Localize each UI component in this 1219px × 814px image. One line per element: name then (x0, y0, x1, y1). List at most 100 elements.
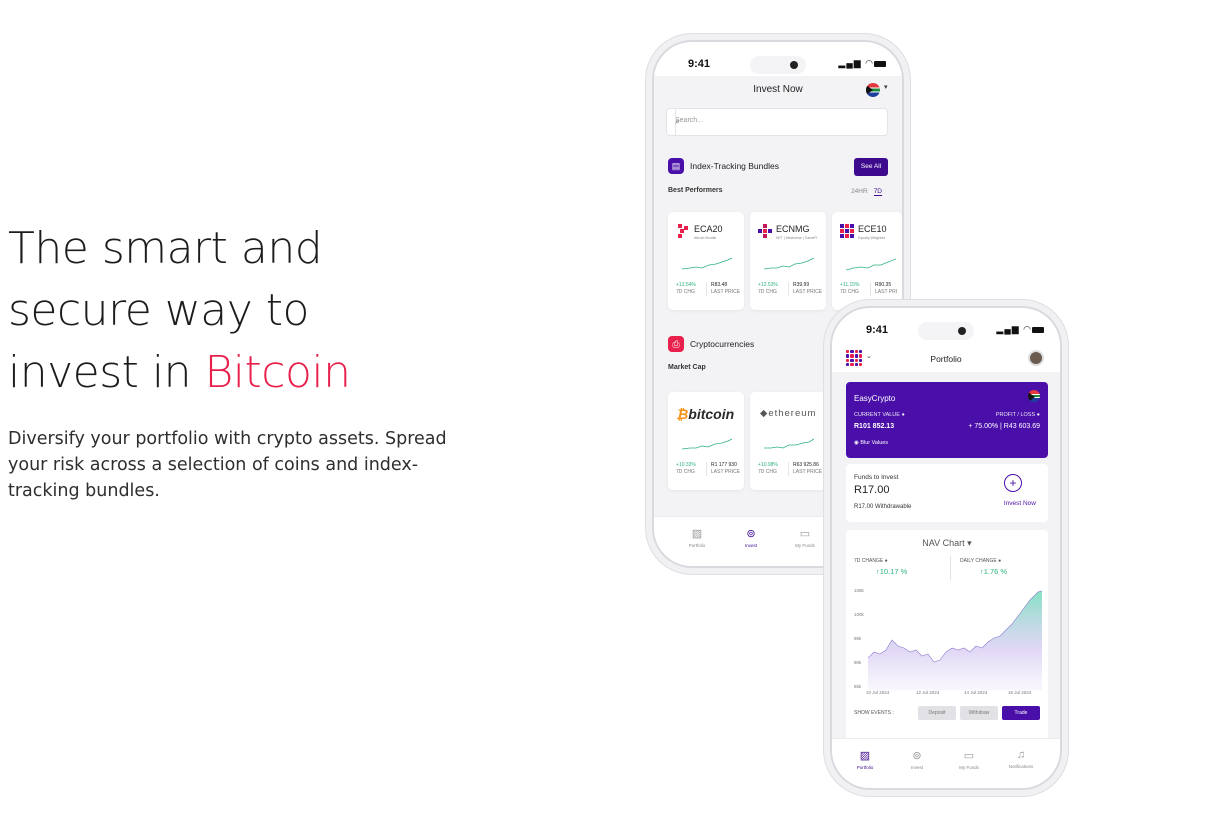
portfolio-icon: ▨ (859, 750, 871, 762)
funds-card: Funds to Invest R17.00 R17.00 Withdrawab… (846, 464, 1048, 522)
price-label: LAST PRICE (711, 289, 741, 295)
blur-values-toggle[interactable]: ◉ Blur Values (854, 440, 888, 446)
crypto-icon: ⎙ (668, 336, 684, 352)
deposit-filter-button[interactable]: Deposit (918, 706, 956, 720)
battery-icon (874, 61, 886, 67)
tab-label: Invest (744, 543, 757, 548)
ethereum-wordmark: ethereum (768, 408, 817, 419)
screen-title: Portfolio (930, 354, 962, 364)
status-time: 9:41 (866, 324, 889, 336)
change-7d-value: ↑10.17 % (876, 567, 908, 576)
tab-label: Notifications (1008, 764, 1034, 769)
tab-my-funds[interactable]: ▭ My Funds (780, 527, 830, 548)
status-bar: 9:41 ▂▄▆ ◠ (832, 320, 1060, 342)
bottom-tab-bar: ▨ Portfolio ⊚ Invest ▭ My Funds ♫ Notificati… (832, 738, 1060, 788)
headline-accent-word: Bitcoin (204, 347, 351, 398)
nav-chart-card: NAV Chart ▾ 7D CHANGE ● ↑10.17 % DAILY C… (846, 530, 1048, 740)
bundle-icon: ▤ (668, 158, 684, 174)
card-price: R90.35 LAST PRI (870, 282, 897, 296)
label-text: CURRENT VALUE (854, 412, 900, 418)
nav-title: NAV Chart (922, 538, 965, 548)
y-tick: 90k (854, 660, 862, 665)
withdraw-filter-button[interactable]: Withdraw (960, 706, 998, 720)
sparkline (682, 257, 732, 270)
search-input[interactable]: Search... ⌕ (666, 108, 888, 136)
info-icon[interactable]: ● (901, 412, 904, 418)
show-events-label: SHOW EVENTS : (854, 710, 894, 716)
bundle-card-eca20[interactable]: ECA20 Altcoin Bundle +12.54% 7D CHG R83.4… (668, 212, 744, 310)
crypto-card-bitcoin[interactable]: ₿bitcoin +10.33% 7D CHG R1 177 930 LAST PR… (668, 392, 744, 490)
avatar[interactable] (1028, 350, 1044, 366)
card-subtitle: Altcoin Bundle (694, 236, 717, 240)
label-text: PROFIT / LOSS (995, 412, 1036, 418)
bundles-title: Index-Tracking Bundles (690, 161, 779, 171)
profit-loss-label: PROFIT / LOSS ● (996, 412, 1040, 418)
chevron-down-icon[interactable]: ▾ (884, 83, 888, 91)
signal-wifi-icon: ▂▄▆ ◠ (996, 324, 1032, 334)
portfolio-header: ⌄ Portfolio (832, 342, 1060, 372)
price-label: LAST PRICE (711, 469, 741, 475)
sparkline (764, 257, 814, 270)
trade-filter-button[interactable]: Trade (1002, 706, 1040, 720)
signal-wifi-icon: ▂▄▆ ◠ (838, 58, 874, 68)
y-tick: 85k (854, 684, 862, 689)
label-text: 7D CHANGE (854, 558, 884, 564)
funds-label: Funds to Invest (854, 474, 899, 481)
info-icon[interactable]: ● (998, 558, 1001, 564)
camera-dot (958, 327, 966, 335)
headline-line-1: The smart and (8, 223, 323, 274)
headline-line-3-prefix: invest in (8, 347, 205, 398)
status-bar: 9:41 ▂▄▆ ◠ (654, 54, 902, 76)
account-name: EasyCrypto (854, 394, 896, 403)
bitcoin-logo-icon: ₿bitcoin (676, 406, 735, 422)
invest-now-button[interactable]: Invest Now (1004, 500, 1036, 507)
card-change: +10.98% 7D CHG (758, 462, 778, 476)
funds-icon: ▭ (963, 750, 975, 762)
card-subtitle: NFT | Metaverse | GameFi (776, 236, 818, 240)
portfolio-screen: ⌄ Portfolio EasyCrypto CURRENT VALUE ● R… (832, 342, 1060, 788)
daily-change-value: ↑1.76 % (980, 567, 1008, 576)
nav-chart-dropdown[interactable]: NAV Chart ▾ (846, 538, 1048, 549)
timeframe-toggle[interactable]: 24HR 7D (851, 188, 882, 196)
tab-label: Invest (910, 765, 923, 770)
see-all-button[interactable]: See All (854, 158, 888, 176)
tf-7d[interactable]: 7D (873, 188, 882, 196)
y-tick: 95k (854, 636, 862, 641)
label-text: DAILY CHANGE (960, 558, 997, 564)
tab-invest[interactable]: ⊚ Invest (726, 527, 776, 548)
crypto-card-ethereum[interactable]: ◆ethereum +10.98% 7D CHG R63 925.86 LAST P… (750, 392, 826, 490)
tab-label: My Funds (795, 543, 815, 548)
bundle-card-ecnmg[interactable]: ECNMG NFT | Metaverse | GameFi +12.53% 7D… (750, 212, 826, 310)
search-icon[interactable]: ⌕ (675, 116, 878, 127)
info-icon[interactable]: ● (1037, 412, 1040, 418)
funds-value: R17.00 (854, 484, 890, 496)
bell-icon: ♫ (1016, 749, 1026, 761)
x-tick: 12 Jul 2024 (916, 690, 940, 695)
daily-change-label: DAILY CHANGE ● (960, 558, 1001, 564)
tab-notifications[interactable]: ♫ Notifications (996, 749, 1046, 769)
y-tick: 105k (854, 588, 864, 593)
bundle-card-ece10[interactable]: ECE10 Equally Weighted +11.15% 7D CHG R90… (832, 212, 902, 310)
card-name: ECNMG (776, 224, 810, 234)
info-icon[interactable]: ● (885, 558, 888, 564)
change-label: 7D CHG (676, 289, 695, 295)
change-value: +11.15% (840, 282, 860, 288)
tab-portfolio[interactable]: ▨ Portfolio (840, 749, 890, 770)
south-africa-flag-icon[interactable] (866, 83, 880, 97)
account-summary-card[interactable]: EasyCrypto CURRENT VALUE ● R101 852.13 P… (846, 382, 1048, 458)
dynamic-island (750, 56, 806, 74)
divider (950, 556, 951, 580)
plus-icon[interactable]: + (1004, 474, 1022, 492)
south-africa-flag-icon (1028, 390, 1040, 402)
x-tick: 16 Jul 2024 (1008, 690, 1032, 695)
card-price: R63 925.86 LAST PRICE (788, 462, 822, 476)
profit-loss-value: + 75.00% | R43 603.69 (968, 423, 1040, 430)
tab-invest[interactable]: ⊚ Invest (892, 749, 942, 770)
tf-24h[interactable]: 24HR (851, 188, 868, 195)
status-time: 9:41 (688, 58, 711, 70)
ethereum-logo-icon: ◆ethereum (760, 408, 817, 419)
card-price: R39.99 LAST PRICE (788, 282, 822, 296)
tab-portfolio[interactable]: ▨ Portfolio (672, 527, 722, 548)
invest-icon: ⊚ (912, 750, 922, 762)
tab-my-funds[interactable]: ▭ My Funds (944, 749, 994, 770)
